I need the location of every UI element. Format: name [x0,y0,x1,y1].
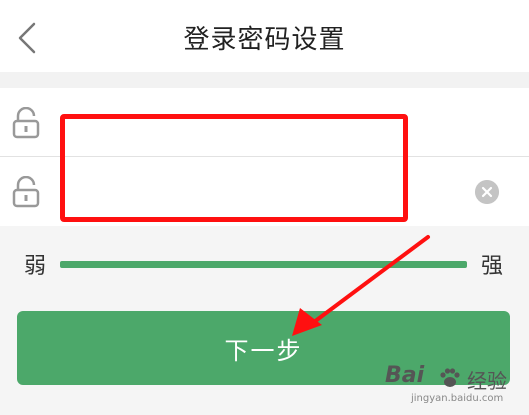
page-title: 登录密码设置 [183,25,346,55]
header-bar: 登录密码设置 [0,0,529,72]
watermark-text: 经验 [467,369,507,393]
section-gap [0,72,529,88]
row-divider [0,156,529,157]
watermark-url: jingyan.baidu.com [411,393,504,404]
strength-fill [60,261,467,268]
watermark-logo: Bai [385,363,425,388]
lock-icon [12,107,40,139]
confirm-password-row [0,158,529,226]
watermark: Bai 经验 jingyan.baidu.com [385,363,525,411]
strength-strong-label: 强 [481,254,504,279]
password-strength-bar [60,261,467,268]
password-input[interactable] [60,98,460,144]
lock-icon [12,176,40,208]
confirm-password-input[interactable] [60,168,460,214]
strength-weak-label: 弱 [24,254,47,279]
clear-icon[interactable] [475,180,499,204]
password-row [0,88,529,158]
paw-icon [440,368,460,387]
